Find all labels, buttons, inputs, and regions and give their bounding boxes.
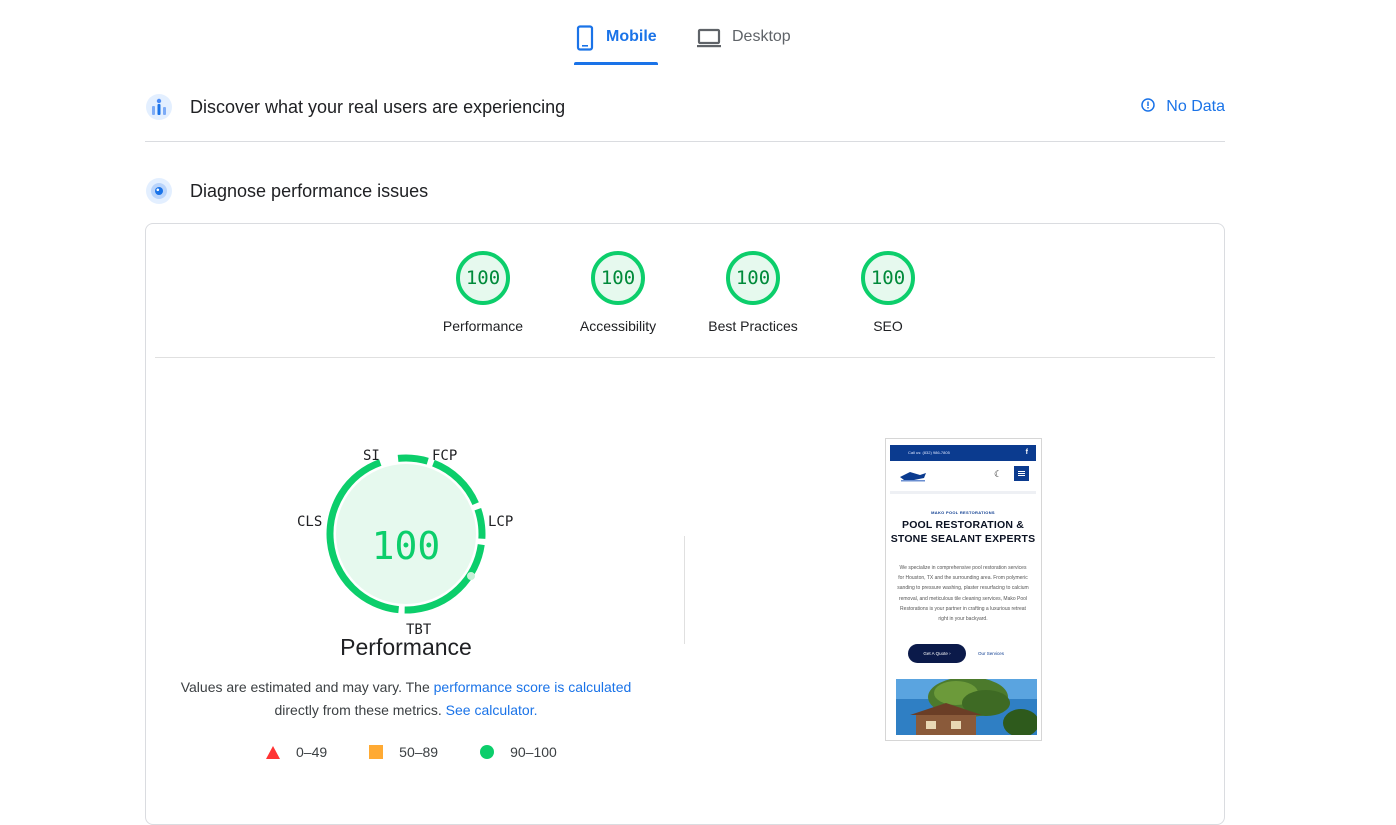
tab-mobile[interactable]: Mobile [574,22,658,66]
gauge-score: 100 [735,267,771,289]
performance-title: Performance [340,634,472,660]
vertical-divider [684,536,685,644]
diagnose-title: Diagnose performance issues [190,180,429,201]
gauge-score: 100 [600,267,636,289]
square-icon [369,745,384,759]
radar-icon [145,177,173,205]
legend-range: 50–89 [399,744,439,760]
lighthouse-report: 100 Performance 100 Accessibility 100 Be… [145,223,1225,825]
legend-fail: 0–49 [266,744,327,760]
field-data-title: Discover what your real users are experi… [190,96,566,117]
gauge-score: 100 [465,267,501,289]
metric-si-label: SI [363,448,380,464]
thumb-heading: POOL RESTORATION & STONE SEALANT EXPERTS [890,519,1036,545]
score-legend: 0–49 50–89 90–100 [266,744,599,760]
section-divider [145,141,1225,142]
thumb-body: We specialize in comprehensive pool rest… [897,565,1029,623]
legend-pass: 90–100 [480,744,557,760]
field-data-header: Discover what your real users are experi… [145,87,1225,127]
thumb-quote-label: Get A Quote [923,651,948,656]
performance-note: Values are estimated and may vary. The p… [176,676,636,722]
thumb-eyebrow: MAKO POOL RESTORATIONS [931,510,995,515]
thumb-quote-button: Get A Quote › [908,644,966,663]
legend-range: 90–100 [510,744,557,760]
tab-desktop-label: Desktop [732,28,791,45]
device-tabs: Mobile Desktop [0,0,1396,66]
info-icon [1140,97,1156,118]
legend-range: 0–49 [296,744,328,760]
laptop-icon [696,25,722,56]
gauge-label: Best Practices [708,318,798,334]
no-data-label: No Data [1166,98,1225,115]
shark-logo-icon [900,472,926,482]
final-screenshot[interactable]: Call us: (832) 986-7805 f ☾ MAKO POOL RE… [885,438,1042,741]
no-data-link[interactable]: No Data [1140,87,1225,127]
performance-score: 100 [371,524,441,568]
thumb-nav: ☾ [890,461,1036,494]
thumb-services-link: Our Services [978,651,1005,656]
metric-fcp-label: FCP [432,448,458,464]
thumb-palm-photo [896,679,1037,735]
gauge-score: 100 [870,267,906,289]
circle-icon [480,745,495,759]
report-divider [155,357,1215,358]
gauge-best-practices[interactable]: 100 Best Practices [693,250,813,334]
moon-icon: ☾ [994,469,1003,479]
phone-icon [574,25,596,56]
thumb-topbar: Call us: (832) 986-7805 f [890,445,1036,461]
triangle-icon [266,745,280,759]
category-gauges: 100 Performance 100 Accessibility 100 Be… [146,250,1224,340]
see-calculator-link[interactable]: See calculator. [446,702,538,718]
gauge-accessibility[interactable]: 100 Accessibility [558,250,678,334]
gauge-label: Accessibility [579,318,657,334]
tab-mobile-label: Mobile [606,28,657,45]
active-tab-indicator [574,62,658,65]
note-text: Values are estimated and may vary. The [180,679,434,695]
diagnose-header: Diagnose performance issues [145,171,1225,211]
hamburger-menu-icon [1014,466,1029,481]
gauge-label: Performance [442,318,524,334]
legend-average: 50–89 [369,744,438,760]
tab-desktop[interactable]: Desktop [696,22,806,66]
note-text: directly from these metrics. [274,702,446,718]
users-chart-icon [145,93,173,121]
score-calculated-link[interactable]: performance score is calculated [434,679,632,695]
performance-gauge: SI FCP LCP TBT CLS 100 [291,439,521,639]
thumb-phone-text: Call us: (832) 986-7805 [908,450,950,455]
gauge-seo[interactable]: 100 SEO [828,250,948,334]
gauge-label: SEO [873,318,903,334]
gauge-performance[interactable]: 100 Performance [423,250,543,334]
facebook-icon: f [1025,449,1028,456]
